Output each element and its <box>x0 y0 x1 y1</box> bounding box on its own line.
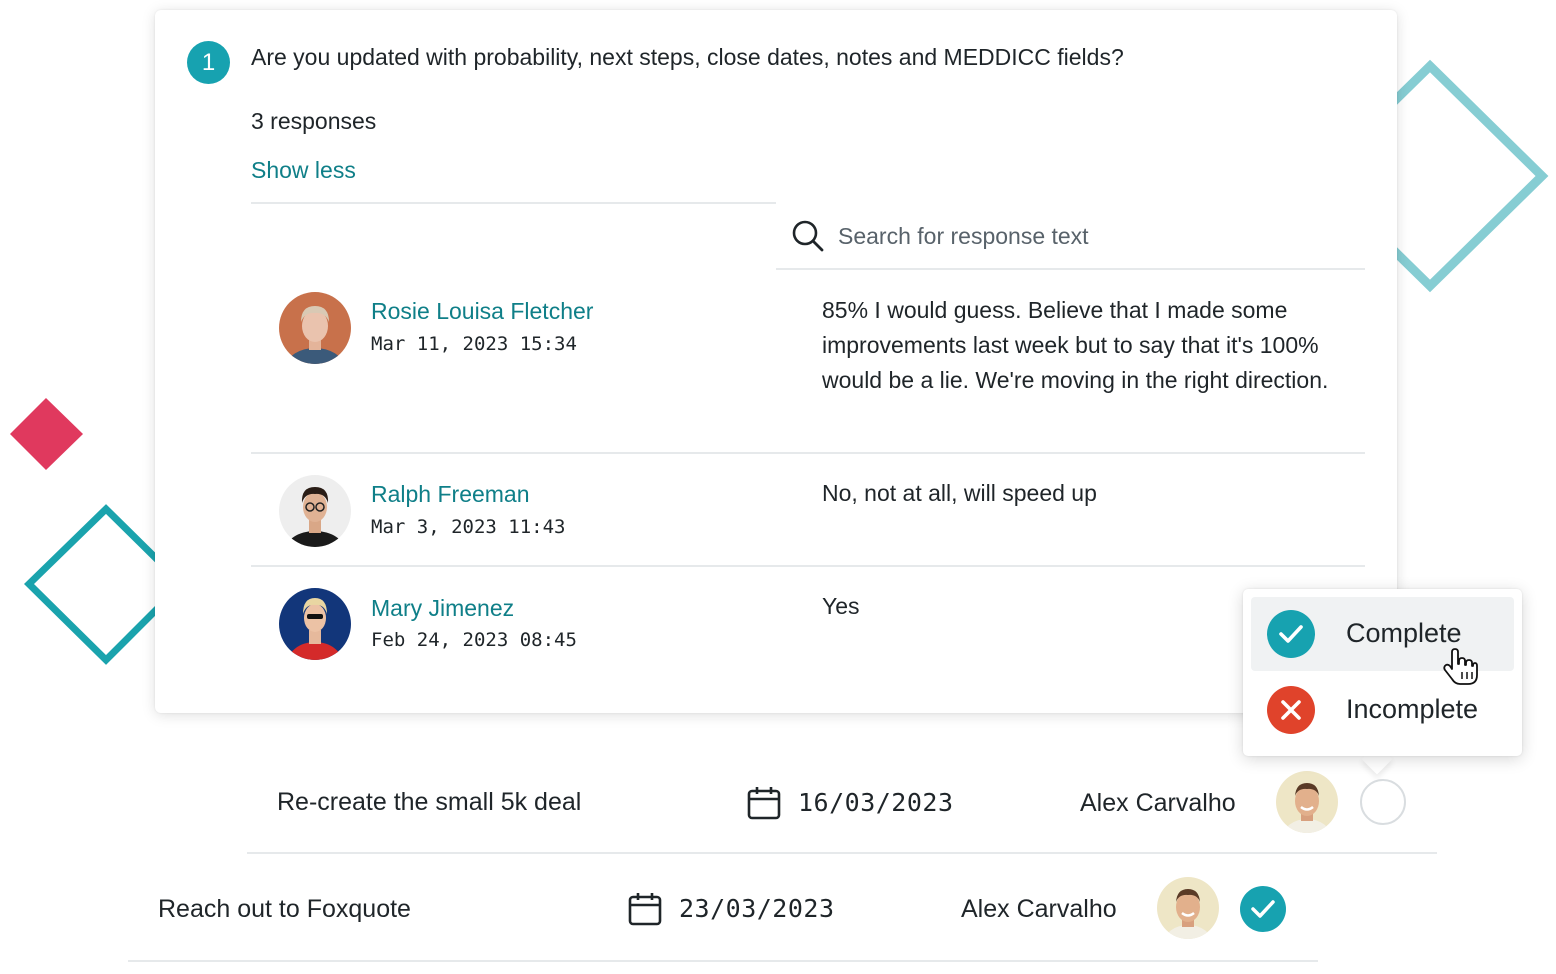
respondent-name[interactable]: Mary Jimenez <box>371 595 514 622</box>
respondent-name[interactable]: Ralph Freeman <box>371 481 530 508</box>
hand-pointer-icon <box>1443 648 1478 685</box>
question-number-badge: 1 <box>187 41 230 84</box>
search-input[interactable] <box>838 218 1338 254</box>
status-option-label: Complete <box>1346 618 1462 648</box>
check-icon <box>1267 610 1315 658</box>
avatar <box>1157 877 1219 939</box>
task-due-date[interactable]: 23/03/2023 <box>679 894 835 923</box>
response-text: No, not at all, will speed up <box>822 480 1097 506</box>
avatar <box>1276 771 1338 833</box>
response-timestamp: Mar 11, 2023 15:34 <box>371 333 577 355</box>
x-icon <box>1267 686 1315 734</box>
task-row[interactable]: Reach out to Foxquote 23/03/2023 Alex Ca… <box>128 857 1318 962</box>
search-icon <box>792 220 824 252</box>
avatar <box>279 588 351 660</box>
calendar-icon <box>747 787 781 820</box>
divider <box>251 202 776 204</box>
response-timestamp: Feb 24, 2023 08:45 <box>371 629 577 651</box>
search-bar <box>776 214 1365 270</box>
red-diamond-decoration <box>10 398 83 470</box>
task-owner-name: Alex Carvalho <box>1080 789 1236 817</box>
task-title: Re-create the small 5k deal <box>277 788 582 816</box>
status-toggle-complete[interactable] <box>1240 886 1286 932</box>
task-owner-name: Alex Carvalho <box>961 895 1117 923</box>
response-text: 85% I would guess. Believe that I made s… <box>822 297 1329 393</box>
respondent-name[interactable]: Rosie Louisa Fletcher <box>371 298 593 325</box>
avatar <box>279 292 351 364</box>
task-due-date[interactable]: 16/03/2023 <box>798 788 954 817</box>
show-less-link[interactable]: Show less <box>251 157 356 184</box>
task-title: Reach out to Foxquote <box>158 895 411 923</box>
response-timestamp: Mar 3, 2023 11:43 <box>371 516 566 538</box>
divider <box>251 565 1365 567</box>
status-option-label: Incomplete <box>1346 694 1479 724</box>
divider <box>251 452 1365 454</box>
task-row[interactable]: Re-create the small 5k deal 16/03/2023 A… <box>247 748 1437 854</box>
check-icon <box>1251 900 1275 918</box>
status-dropdown: Complete Incomplete <box>1243 589 1522 756</box>
responses-count: 3 responses <box>251 108 377 134</box>
calendar-icon <box>628 893 662 926</box>
question-text: Are you updated with probability, next s… <box>251 44 1124 70</box>
status-toggle-empty[interactable] <box>1360 779 1406 825</box>
avatar <box>279 475 351 547</box>
